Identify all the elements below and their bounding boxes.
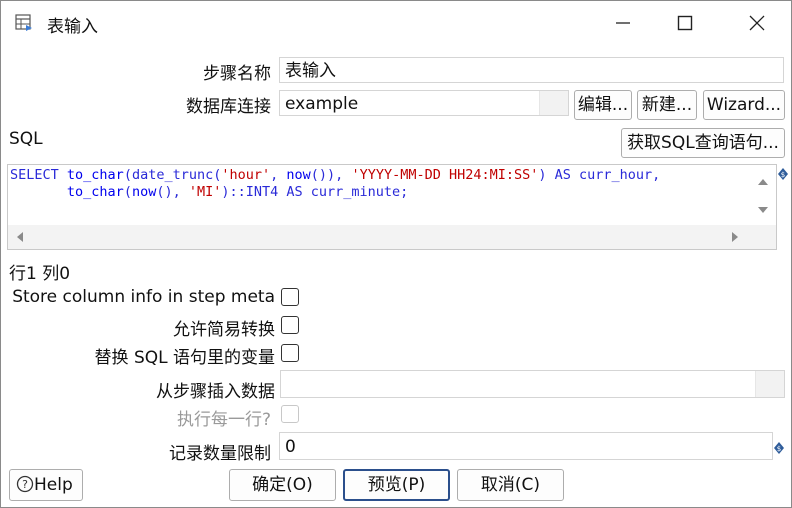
sql-token: ) AS curr_hour, — [538, 167, 661, 183]
variable-icon: $ — [774, 439, 784, 454]
scroll-down-icon — [758, 207, 768, 213]
wizard-button[interactable]: Wizard... — [703, 90, 785, 120]
limit-input[interactable]: 0 — [279, 432, 773, 460]
sql-token: 'MI' — [188, 183, 222, 200]
step-name-label: 步骤名称 — [203, 64, 271, 84]
scroll-up-icon — [758, 179, 768, 185]
maximize-button[interactable] — [655, 1, 715, 45]
help-button[interactable]: ? Help — [9, 469, 83, 501]
preview-button[interactable]: 预览(P) — [343, 469, 450, 501]
edit-connection-button[interactable]: 编辑... — [574, 90, 632, 120]
replace-variables-label: 替换 SQL 语句里的变量 — [94, 348, 275, 368]
sql-token: )::INT4 AS curr_minute; — [221, 183, 409, 200]
replace-variables-checkbox[interactable] — [281, 344, 299, 362]
vertical-scrollbar[interactable] — [750, 165, 776, 225]
db-connection-select[interactable]: example — [279, 90, 569, 116]
get-sql-button[interactable]: 获取SQL查询语句... — [621, 128, 785, 158]
minimize-button[interactable] — [593, 1, 653, 45]
table-input-icon — [15, 14, 33, 32]
maximize-icon — [677, 15, 693, 31]
cancel-button[interactable]: 取消(C) — [457, 469, 564, 501]
sql-label: SQL — [9, 129, 43, 149]
close-button[interactable] — [727, 1, 787, 45]
sql-token: (date_trunc( — [123, 167, 222, 183]
svg-text:$: $ — [777, 445, 781, 453]
sql-token: to_char — [66, 167, 124, 183]
svg-text:?: ? — [22, 478, 28, 491]
cursor-position-text: 行1 列0 — [9, 264, 71, 284]
db-connection-value: example — [285, 94, 359, 114]
store-column-info-checkbox[interactable] — [281, 288, 299, 306]
help-button-label: Help — [34, 475, 73, 495]
db-connection-label: 数据库连接 — [186, 97, 271, 117]
ok-button[interactable]: 确定(O) — [229, 469, 336, 501]
sql-token: , — [270, 167, 287, 183]
lazy-conversion-checkbox[interactable] — [281, 316, 299, 334]
dropdown-arrow-icon[interactable] — [539, 91, 568, 115]
limit-label: 记录数量限制 — [169, 444, 271, 464]
title-bar[interactable]: 表输入 — [1, 1, 791, 45]
sql-token: 'YYYY-MM-DD HH24:MI:SS' — [351, 167, 539, 183]
horizontal-scrollbar[interactable] — [8, 225, 776, 249]
sql-token: SELECT — [10, 167, 67, 183]
close-icon — [749, 15, 765, 31]
help-icon: ? — [16, 475, 34, 493]
sql-token: to_char — [66, 183, 124, 200]
new-connection-button[interactable]: 新建... — [637, 90, 697, 120]
insert-from-step-label: 从步骤插入数据 — [156, 382, 275, 402]
minimize-icon — [616, 22, 630, 24]
sql-editor[interactable]: SELECT to_char(date_trunc('hour', now())… — [7, 164, 777, 250]
sql-token: ( — [123, 183, 132, 200]
sql-token: (), — [156, 183, 189, 200]
scroll-right-icon — [732, 232, 738, 242]
sql-code[interactable]: SELECT to_char(date_trunc('hour', now())… — [10, 167, 660, 200]
execute-each-row-checkbox — [281, 405, 299, 423]
window-title: 表输入 — [47, 17, 98, 37]
lazy-conversion-label: 允许简易转换 — [173, 320, 275, 340]
variable-icon: $ — [778, 165, 788, 180]
insert-from-step-select[interactable] — [280, 370, 785, 398]
step-name-input[interactable]: 表输入 — [279, 57, 784, 83]
dropdown-arrow-icon[interactable] — [755, 371, 784, 397]
sql-token: ()), — [310, 167, 352, 183]
sql-token: now — [286, 167, 311, 183]
sql-token: now — [131, 183, 157, 200]
table-input-dialog: 表输入 步骤名称 表输入 数据库连接 example 编辑... 新建... W… — [0, 0, 792, 508]
store-column-info-label: Store column info in step meta — [12, 287, 275, 307]
scroll-left-icon — [17, 232, 23, 242]
sql-token: 'hour' — [221, 167, 271, 183]
svg-text:$: $ — [781, 171, 785, 179]
execute-each-row-label: 执行每一行? — [176, 410, 271, 430]
